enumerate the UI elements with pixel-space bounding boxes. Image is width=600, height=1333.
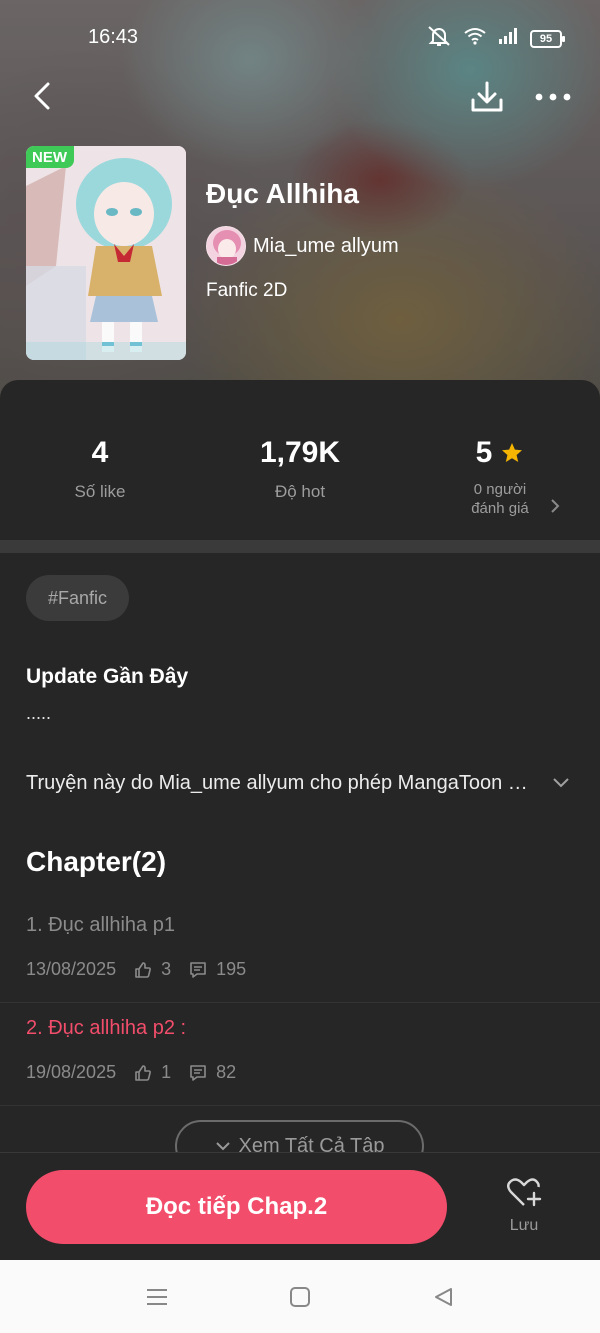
chapter-comments: 82 — [216, 1062, 237, 1082]
chapter-likes: 1 — [161, 1062, 172, 1082]
story-title: Đục Allhiha — [206, 178, 359, 209]
system-back-button[interactable] — [429, 1284, 457, 1310]
avatar — [206, 226, 246, 266]
more-icon — [535, 93, 571, 101]
author-link[interactable]: Mia_ume allyum — [206, 226, 399, 266]
signal-icon — [498, 27, 518, 50]
chapter-meta: 13/08/2025 3 195 — [26, 959, 246, 980]
status-icons: 95 — [426, 25, 565, 52]
heart-plus-icon — [507, 1178, 542, 1207]
description-text: Truyện này do Mia_ume allyum cho phép Ma… — [26, 771, 536, 794]
more-options-button[interactable] — [530, 76, 576, 118]
chevron-right-icon[interactable] — [550, 498, 560, 514]
story-genre: Fanfic 2D — [206, 280, 288, 301]
rating-value-row: 5 — [410, 436, 590, 470]
description-row[interactable]: Truyện này do Mia_ume allyum cho phép Ma… — [26, 768, 574, 798]
chapter-date: 13/08/2025 — [26, 959, 117, 979]
status-time: 16:43 — [88, 26, 139, 48]
stat-rating[interactable]: 5 0 người đánh giá — [410, 436, 590, 518]
top-nav — [0, 74, 600, 120]
download-icon — [471, 81, 503, 112]
wifi-icon — [464, 27, 486, 50]
stat-likes: 4 Số like — [10, 436, 190, 502]
like-icon — [134, 1064, 152, 1082]
likes-label: Số like — [74, 482, 126, 501]
author-name: Mia_ume allyum — [253, 234, 399, 257]
like-icon — [134, 961, 152, 979]
update-title: Update Gần Đây — [26, 665, 189, 688]
battery-indicator: 95 — [530, 29, 565, 48]
section-divider — [0, 540, 600, 553]
save-button[interactable]: Lưu — [490, 1177, 558, 1243]
star-icon — [502, 443, 523, 462]
chapter-name: 2. Đục allhiha p2 : — [26, 1017, 187, 1039]
new-badge: NEW — [26, 146, 74, 168]
menu-icon — [147, 1289, 167, 1305]
recent-apps-button[interactable] — [143, 1284, 171, 1310]
back-icon — [34, 82, 50, 110]
chapter-item[interactable]: 2. Đục allhiha p2 : 19/08/2025 1 82 — [0, 1003, 600, 1106]
continue-reading-button[interactable]: Đọc tiếp Chap.2 — [26, 1170, 447, 1244]
home-icon — [290, 1287, 310, 1307]
mute-icon — [426, 25, 452, 52]
comment-icon — [189, 1064, 207, 1082]
story-info: Đục Allhiha Mia_ume allyum Fanfic 2D — [206, 178, 399, 302]
chapter-likes: 3 — [161, 959, 172, 979]
stat-hot: 1,79K Độ hot — [210, 436, 390, 502]
tag-fanfic[interactable]: #Fanfic — [26, 575, 130, 621]
hot-value: 1,79K — [259, 436, 341, 469]
save-label: Lưu — [509, 1217, 539, 1234]
chapters-title: Chapter(2) — [26, 846, 167, 877]
update-text: ..... — [26, 703, 52, 723]
bottom-action-bar: Đọc tiếp Chap.2 Lưu — [0, 1152, 600, 1260]
cover-image[interactable]: NEW — [26, 146, 186, 360]
rating-label: đánh giá — [471, 500, 529, 517]
stats-row: 4 Số like 1,79K Độ hot 5 0 người đánh gi… — [0, 380, 600, 540]
chapter-name: 1. Đục allhiha p1 — [26, 914, 175, 936]
chapter-item[interactable]: 1. Đục allhiha p1 13/08/2025 3 195 — [0, 900, 600, 1003]
cover-illustration — [26, 146, 186, 360]
chapter-meta: 19/08/2025 1 82 — [26, 1062, 236, 1083]
chapter-date: 19/08/2025 — [26, 1062, 117, 1082]
back-triangle-icon — [435, 1288, 452, 1306]
chevron-down-icon — [553, 778, 569, 788]
back-button[interactable] — [22, 76, 62, 116]
content-sheet: 4 Số like 1,79K Độ hot 5 0 người đánh gi… — [0, 380, 600, 1260]
rating-count: 0 người — [473, 481, 527, 498]
comment-icon — [189, 961, 207, 979]
chevron-down-icon — [215, 1142, 230, 1151]
download-button[interactable] — [466, 76, 508, 118]
hot-label: Độ hot — [274, 482, 326, 501]
status-bar: 16:43 95 — [0, 0, 600, 74]
system-navigation-bar — [0, 1260, 600, 1333]
chapter-comments: 195 — [216, 959, 247, 979]
rating-value: 5 — [475, 436, 493, 469]
home-button[interactable] — [286, 1284, 314, 1310]
likes-value: 4 — [91, 436, 109, 469]
